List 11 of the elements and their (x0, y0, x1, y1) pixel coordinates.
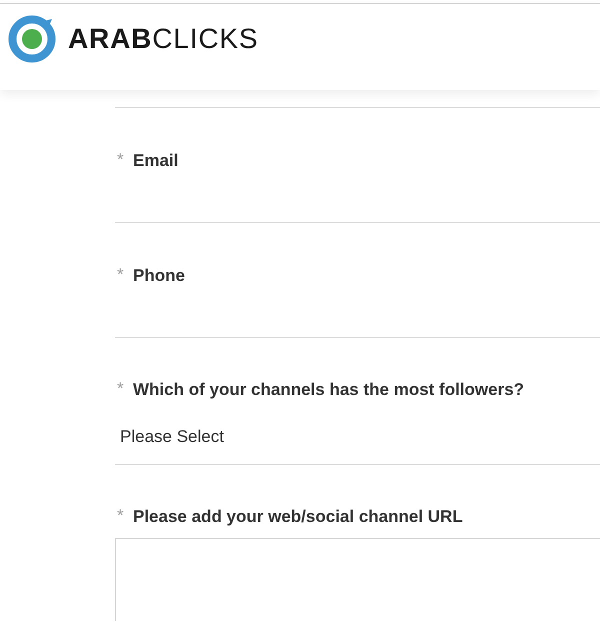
logo-text: ARABCLICKS (68, 23, 258, 55)
textarea-field[interactable] (115, 538, 600, 621)
required-asterisk: * (116, 265, 124, 285)
required-asterisk: * (116, 150, 124, 170)
required-asterisk: * (116, 506, 124, 526)
required-asterisk: * (116, 379, 124, 399)
field-label: Phone (133, 265, 185, 287)
field-label: Email (133, 150, 178, 172)
field-label: Please add your web/social channel URL (133, 506, 463, 528)
logo-icon (8, 15, 56, 63)
field-label: Which of your channels has the most followers? (133, 379, 524, 401)
